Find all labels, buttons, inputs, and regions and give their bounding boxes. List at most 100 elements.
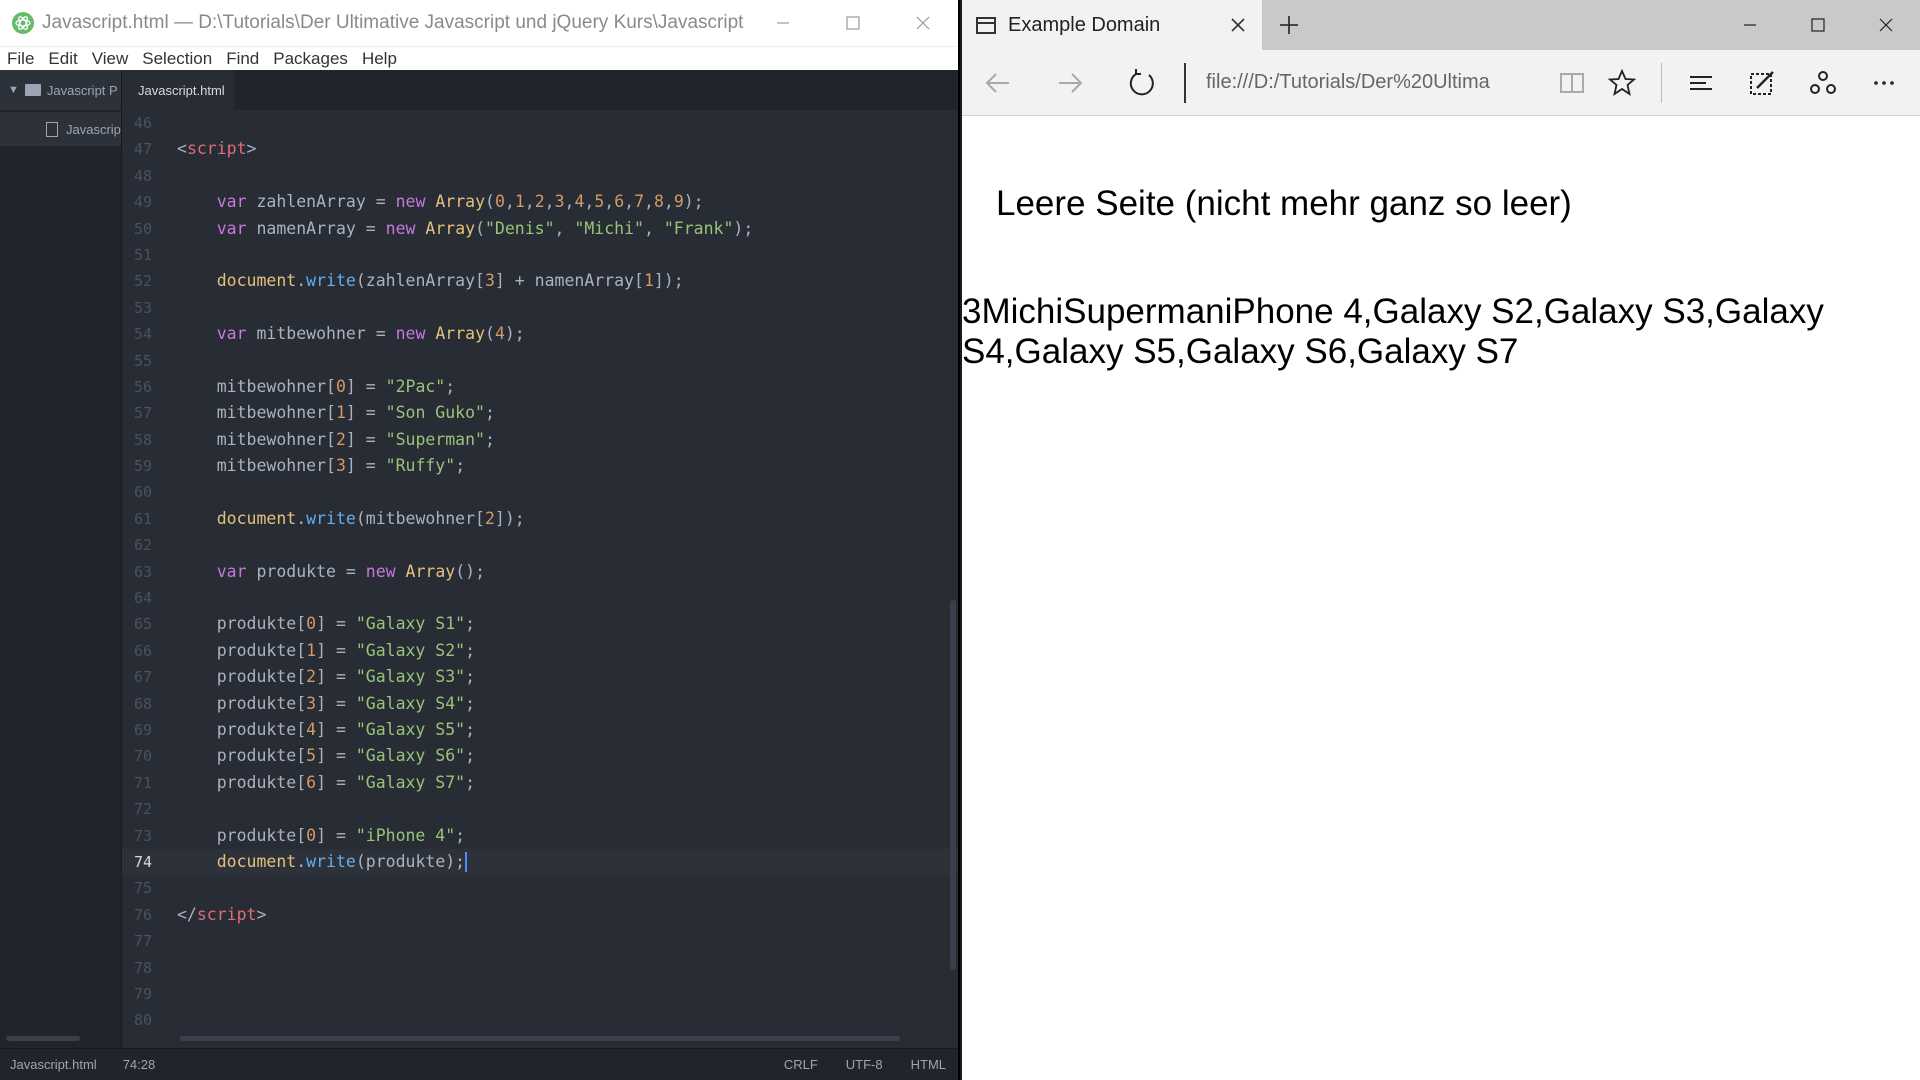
browser-minimize-button[interactable] — [1716, 0, 1784, 50]
browser-tab[interactable]: Example Domain — [962, 0, 1262, 50]
status-encoding[interactable]: UTF-8 — [846, 1057, 883, 1072]
folder-icon — [24, 84, 41, 96]
code-text: produkte[3] = "Galaxy S4"; — [177, 693, 476, 713]
more-options-icon[interactable] — [1848, 50, 1920, 116]
status-cursor-position[interactable]: 74:28 — [123, 1057, 156, 1072]
forward-arrow-icon[interactable] — [1034, 50, 1106, 116]
minimize-button[interactable] — [748, 0, 818, 46]
code-line[interactable]: 69 produkte[4] = "Galaxy S5"; — [122, 717, 958, 743]
code-area[interactable]: 46 47 <script> 48 49 var zahlenArray = new A… — [122, 110, 958, 1029]
browser-tab-title: Example Domain — [1008, 13, 1161, 36]
code-line[interactable]: 71 produkte[6] = "Galaxy S7"; — [122, 770, 958, 796]
code-text: </script> — [177, 904, 267, 924]
menu-packages[interactable]: Packages — [273, 49, 348, 69]
code-line[interactable]: 59 mitbewohner[3] = "Ruffy"; — [122, 453, 958, 479]
code-line[interactable]: 55 — [122, 348, 958, 374]
code-line[interactable]: 58 mitbewohner[2] = "Superman"; — [122, 427, 958, 453]
web-note-icon[interactable] — [1726, 50, 1798, 116]
code-text: var namenArray = new Array("Denis", "Mic… — [216, 218, 754, 238]
line-number: 53 — [133, 298, 152, 317]
code-line[interactable]: 61 document.write(mitbewohner[2]); — [122, 506, 958, 532]
code-line[interactable]: 49 var zahlenArray = new Array(0,1,2,3,4… — [122, 189, 958, 215]
share-icon[interactable] — [1798, 50, 1848, 116]
new-tab-plus-icon[interactable] — [1274, 10, 1304, 40]
code-line[interactable]: 63 var produkte = new Array(); — [122, 559, 958, 585]
editor-titlebar: Javascript.html — D:\Tutorials\Der Ultim… — [0, 0, 958, 46]
menu-find[interactable]: Find — [226, 49, 259, 69]
maximize-button[interactable] — [818, 0, 888, 46]
browser-tabstrip: Example Domain — [962, 0, 1920, 50]
code-line[interactable]: 48 — [122, 163, 958, 189]
status-grammar[interactable]: HTML — [911, 1057, 946, 1072]
code-line[interactable]: 50 var namenArray = new Array("Denis", "… — [122, 216, 958, 242]
code-line[interactable]: 79 — [122, 981, 958, 1007]
code-line[interactable]: 65 produkte[0] = "Galaxy S1"; — [122, 611, 958, 637]
browser-maximize-button[interactable] — [1784, 0, 1852, 50]
code-line[interactable]: 66 produkte[1] = "Galaxy S2"; — [122, 638, 958, 664]
code-text: produkte[5] = "Galaxy S6"; — [177, 746, 476, 766]
code-line[interactable]: 60 — [122, 479, 958, 505]
menu-help[interactable]: Help — [362, 49, 397, 69]
code-line[interactable]: 47 <script> — [122, 136, 958, 162]
line-number: 55 — [133, 351, 152, 370]
status-line-ending[interactable]: CRLF — [784, 1057, 818, 1072]
code-line[interactable]: 46 — [122, 110, 958, 136]
code-text: var mitbewohner = new Array(4); — [216, 324, 525, 344]
code-line[interactable]: 80 — [122, 1007, 958, 1033]
code-line[interactable]: 54 var mitbewohner = new Array(4); — [122, 321, 958, 347]
line-number: 48 — [133, 166, 152, 185]
code-line[interactable]: 77 — [122, 928, 958, 954]
menu-edit[interactable]: Edit — [48, 49, 77, 69]
line-number: 59 — [133, 457, 152, 476]
back-arrow-icon[interactable] — [962, 50, 1034, 116]
code-text: produkte[0] = "Galaxy S1"; — [177, 614, 476, 634]
code-text: var produkte = new Array(); — [216, 561, 486, 581]
line-number: 63 — [133, 562, 152, 581]
line-number: 50 — [133, 219, 152, 238]
menu-file[interactable]: File — [7, 49, 34, 69]
status-file[interactable]: Javascript.html — [10, 1057, 97, 1072]
refresh-icon[interactable] — [1106, 50, 1178, 116]
file-icon — [46, 121, 58, 137]
code-text: produkte[1] = "Galaxy S2"; — [177, 640, 476, 660]
code-line[interactable]: 78 — [122, 955, 958, 981]
code-line[interactable]: 72 — [122, 796, 958, 822]
horizontal-scrollbar[interactable] — [180, 1036, 900, 1041]
vertical-scrollbar[interactable] — [950, 600, 956, 970]
tree-file-item[interactable]: Javascrip — [0, 112, 121, 146]
code-line[interactable]: 75 — [122, 875, 958, 901]
code-line[interactable]: 51 — [122, 242, 958, 268]
menu-selection[interactable]: Selection — [142, 49, 212, 69]
line-number: 74 — [133, 852, 152, 871]
browser-close-button[interactable] — [1852, 0, 1920, 50]
favorite-star-icon[interactable] — [1597, 50, 1647, 116]
code-line[interactable]: 53 — [122, 295, 958, 321]
reading-view-icon[interactable] — [1547, 50, 1597, 116]
code-line[interactable]: 56 mitbewohner[0] = "2Pac"; — [122, 374, 958, 400]
code-line[interactable]: 74 document.write(produkte); — [122, 848, 958, 876]
close-button[interactable] — [888, 0, 958, 46]
code-line[interactable]: 73 produkte[0] = "iPhone 4"; — [122, 823, 958, 849]
code-line[interactable]: 76 </script> — [122, 902, 958, 928]
tree-file-label: Javascrip — [66, 121, 121, 137]
code-line[interactable]: 67 produkte[2] = "Galaxy S3"; — [122, 664, 958, 690]
tab-close-icon[interactable] — [1224, 11, 1252, 39]
code-line[interactable]: 62 — [122, 532, 958, 558]
code-line[interactable]: 52 document.write(zahlenArray[3] + namen… — [122, 268, 958, 294]
line-number: 58 — [133, 430, 152, 449]
address-bar[interactable]: file:///D:/Tutorials/Der%20Ultima — [1206, 71, 1547, 94]
code-editor-window: Javascript.html — D:\Tutorials\Der Ultim… — [0, 0, 958, 1080]
tab-javascript-html[interactable]: Javascript.html — [122, 70, 234, 110]
tree-horizontal-scrollbar[interactable] — [6, 1036, 80, 1041]
hub-icon[interactable] — [1676, 50, 1726, 116]
line-number: 79 — [133, 984, 152, 1003]
code-line[interactable]: 70 produkte[5] = "Galaxy S6"; — [122, 743, 958, 769]
line-number: 78 — [133, 958, 152, 977]
line-number: 71 — [133, 773, 152, 792]
code-line[interactable]: 68 produkte[3] = "Galaxy S4"; — [122, 691, 958, 717]
code-line[interactable]: 57 mitbewohner[1] = "Son Guko"; — [122, 400, 958, 426]
tree-root-folder[interactable]: ▼ Javascript P — [0, 70, 121, 110]
code-line[interactable]: 64 — [122, 585, 958, 611]
chevron-down-icon: ▼ — [8, 84, 19, 96]
menu-view[interactable]: View — [92, 49, 129, 69]
